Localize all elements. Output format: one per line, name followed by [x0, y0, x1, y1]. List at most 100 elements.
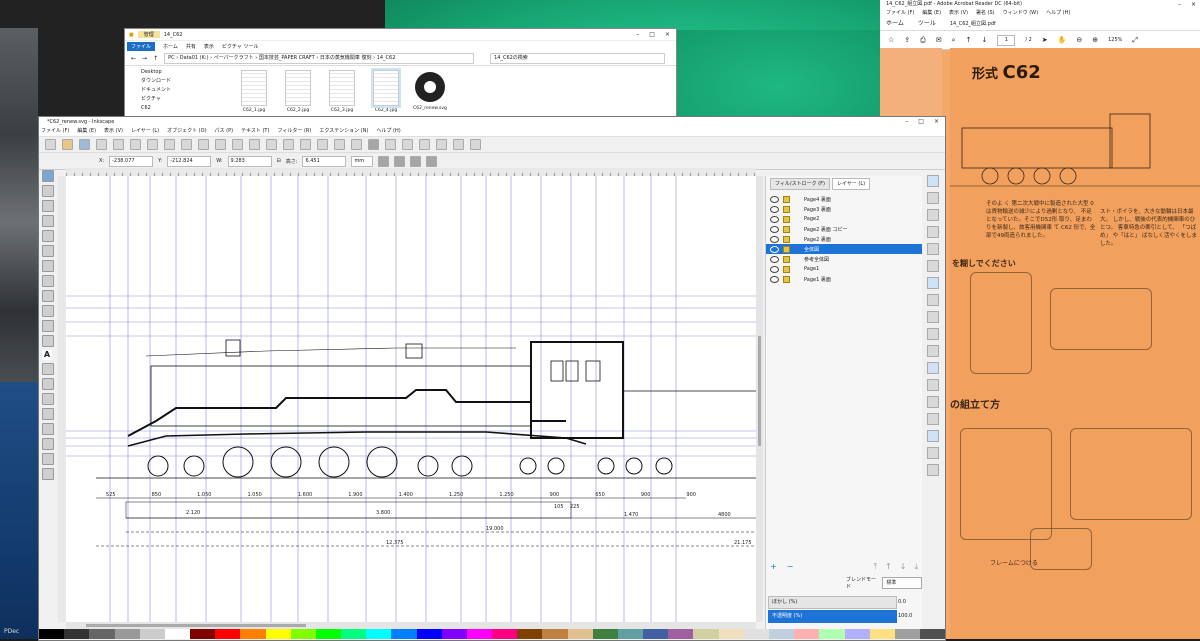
zoom-level[interactable]: 125% — [1108, 37, 1122, 43]
pencil-tool-icon[interactable] — [42, 305, 54, 317]
text-font-icon[interactable] — [385, 139, 396, 150]
print-icon[interactable]: ⎙ — [920, 36, 926, 45]
fit-page-icon[interactable]: ⤢ — [1132, 36, 1138, 45]
snap-smooth-icon[interactable] — [927, 345, 939, 357]
next-page-icon[interactable]: ↓ — [981, 36, 987, 44]
swatch[interactable] — [89, 629, 115, 639]
maximize-icon[interactable]: □ — [918, 117, 924, 127]
menu-sign[interactable]: 署名 (S) — [976, 9, 995, 18]
measure-tool-icon[interactable] — [42, 468, 54, 480]
3dbox-tool-icon[interactable] — [42, 245, 54, 257]
pen-tool-icon[interactable] — [42, 320, 54, 332]
close-icon[interactable]: × — [665, 31, 670, 38]
layer-row[interactable]: Page1 — [766, 264, 922, 274]
color-palette[interactable] — [39, 629, 946, 639]
paste-icon[interactable] — [215, 139, 226, 150]
blend-mode-select[interactable]: 標準 — [882, 577, 922, 589]
group-icon[interactable] — [334, 139, 345, 150]
snap-grid-icon[interactable] — [927, 447, 939, 459]
height-field[interactable]: 6.451 — [302, 155, 347, 167]
layer-row[interactable]: Page1 裏面 — [766, 274, 922, 284]
snap-path-icon[interactable] — [927, 294, 939, 306]
zoom-selection-icon[interactable] — [232, 139, 243, 150]
visibility-icon[interactable] — [770, 205, 779, 213]
minimize-icon[interactable]: – — [636, 31, 639, 38]
swatch[interactable] — [391, 629, 417, 639]
menu-view[interactable]: 表示 (V) — [949, 9, 968, 18]
swatch[interactable] — [39, 629, 65, 639]
bookmark-icon[interactable]: ☆ — [888, 36, 894, 44]
swatch[interactable] — [894, 629, 921, 639]
menu-help[interactable]: ヘルプ (H) — [1046, 9, 1070, 18]
align-icon[interactable] — [436, 139, 447, 150]
nav-item-desktop[interactable]: Desktop — [141, 68, 221, 77]
snap-guide-icon[interactable] — [927, 464, 939, 476]
swatch[interactable] — [492, 629, 518, 639]
back-icon[interactable]: ← — [131, 55, 136, 62]
menu-object[interactable]: オブジェクト (O) — [167, 127, 206, 136]
visibility-icon[interactable] — [770, 245, 779, 253]
export-icon[interactable] — [130, 139, 141, 150]
document-properties-icon[interactable] — [470, 139, 481, 150]
ungroup-icon[interactable] — [351, 139, 362, 150]
cursor-icon[interactable]: ➤ — [1042, 36, 1048, 44]
swatch[interactable] — [592, 629, 618, 639]
swatch[interactable] — [215, 629, 241, 639]
menu-filters[interactable]: フィルター (R) — [277, 127, 311, 136]
lock-icon[interactable] — [783, 255, 790, 263]
swatch[interactable] — [290, 629, 316, 639]
opacity-slider[interactable]: 不透明度 (%) — [768, 610, 897, 623]
gradient-tool-icon[interactable] — [42, 408, 54, 420]
layer-top-icon[interactable]: ⤒ — [874, 562, 878, 572]
scale-corners-icon[interactable] — [394, 155, 406, 167]
visibility-icon[interactable] — [770, 235, 779, 243]
cut-icon[interactable] — [198, 139, 209, 150]
lock-icon[interactable] — [783, 225, 790, 233]
rect-tool-icon[interactable] — [42, 230, 54, 242]
open-icon[interactable] — [62, 139, 73, 150]
snap-page-icon[interactable] — [927, 430, 939, 442]
blur-value[interactable]: 0.0 — [898, 599, 906, 605]
text-tool-icon[interactable]: A — [42, 350, 52, 360]
tab-document[interactable]: 14_C62_組立図.pdf — [950, 18, 996, 30]
close-icon[interactable]: × — [1191, 0, 1196, 9]
visibility-icon[interactable] — [770, 225, 779, 233]
swatch[interactable] — [617, 629, 644, 639]
swatch[interactable] — [718, 629, 744, 639]
layer-row[interactable]: Page2 — [766, 214, 922, 224]
visibility-icon[interactable] — [770, 265, 779, 273]
copy-icon[interactable] — [181, 139, 192, 150]
clone-icon[interactable] — [300, 139, 311, 150]
swatch[interactable] — [542, 629, 568, 639]
bucket-tool-icon[interactable] — [42, 393, 54, 405]
unlink-clone-icon[interactable] — [317, 139, 328, 150]
manage-tab[interactable]: 管理 — [137, 31, 160, 38]
zoom-tool-icon[interactable] — [42, 215, 54, 227]
snap-bbox-edge-icon[interactable] — [927, 209, 939, 221]
swatch[interactable] — [643, 629, 669, 639]
y-field[interactable]: -212.824 — [167, 155, 212, 167]
visibility-icon[interactable] — [770, 255, 779, 263]
swatch[interactable] — [794, 629, 820, 639]
address-bar[interactable]: PC › Data01 (K:) › ペーパークラフト › 国本技芸_PAPER… — [164, 52, 475, 64]
width-field[interactable]: 9.283 — [227, 155, 272, 167]
nav-item-pictures[interactable]: ピクチャ — [141, 95, 221, 104]
lock-icon[interactable] — [783, 265, 790, 273]
menu-extensions[interactable]: エクステンション (N) — [319, 127, 368, 136]
visibility-icon[interactable] — [770, 195, 779, 203]
swatch[interactable] — [164, 629, 191, 639]
swatch[interactable] — [693, 629, 719, 639]
ribbon-tab-file[interactable]: ファイル — [127, 41, 156, 51]
tweak-tool-icon[interactable] — [42, 200, 54, 212]
menu-edit[interactable]: 編集 (E) — [922, 9, 941, 18]
zoom-drawing-icon[interactable] — [249, 139, 260, 150]
swatch[interactable] — [341, 629, 367, 639]
x-field[interactable]: -238.077 — [109, 155, 154, 167]
vertical-scrollbar[interactable] — [756, 176, 763, 622]
zoom-page-icon[interactable] — [266, 139, 277, 150]
swatch[interactable] — [240, 629, 266, 639]
scrollbar-thumb[interactable] — [758, 336, 761, 446]
zoom-out-icon[interactable]: ⊖ — [1076, 36, 1082, 44]
mesh-tool-icon[interactable] — [42, 423, 54, 435]
swatch[interactable] — [64, 629, 90, 639]
